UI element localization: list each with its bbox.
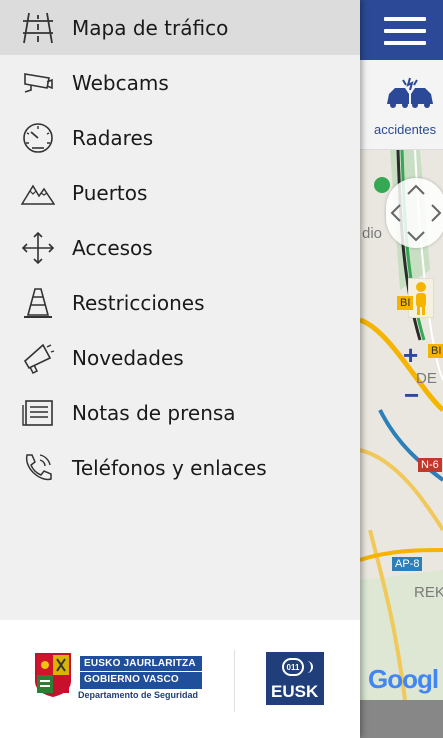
menu-item-puertos[interactable]: Puertos bbox=[0, 165, 360, 220]
eusk-logo: 011 EUSK bbox=[266, 652, 324, 705]
navigation-drawer: Mapa de tráfico Webcams Radares Puertos … bbox=[0, 0, 360, 738]
category-label-accidentes[interactable]: accidentes bbox=[374, 122, 436, 137]
phone-icon bbox=[20, 450, 56, 486]
menu-item-label: Puertos bbox=[72, 180, 148, 205]
road-label: N-6 bbox=[418, 458, 442, 472]
gov-logo-line1: EUSKO JAURLARITZA bbox=[84, 658, 196, 669]
road-label: AP-8 bbox=[392, 557, 423, 571]
google-watermark: Googl bbox=[368, 664, 439, 694]
menu-item-mapa-de-trafico[interactable]: Mapa de tráfico bbox=[0, 0, 360, 55]
menu-item-label: Webcams bbox=[72, 70, 169, 95]
map-label: REK bbox=[414, 584, 443, 601]
menu-item-label: Teléfonos y enlaces bbox=[72, 455, 267, 480]
gov-logo-department: Departamento de Seguridad bbox=[78, 690, 199, 700]
menu-item-webcams[interactable]: Webcams bbox=[0, 55, 360, 110]
gov-logo-line2: GOBIERNO VASCO bbox=[84, 674, 179, 685]
map-label: dio bbox=[362, 225, 383, 242]
car-crash-icon[interactable] bbox=[385, 76, 435, 110]
eusk-logo-text: EUSK bbox=[271, 682, 319, 701]
megaphone-icon bbox=[20, 340, 56, 376]
menu-item-radares[interactable]: Radares bbox=[0, 110, 360, 165]
arrows-cross-icon bbox=[20, 230, 56, 266]
mountain-icon bbox=[20, 175, 56, 211]
road-label: BI bbox=[428, 344, 443, 358]
zoom-in-button[interactable]: + bbox=[403, 340, 418, 371]
camera-icon bbox=[20, 65, 56, 101]
menu-item-label: Restricciones bbox=[72, 290, 205, 315]
menu-item-label: Mapa de tráfico bbox=[72, 15, 229, 40]
menu-item-novedades[interactable]: Novedades bbox=[0, 330, 360, 385]
menu-hamburger-icon[interactable] bbox=[384, 15, 426, 47]
traffic-cone-icon bbox=[20, 285, 56, 321]
menu-item-notas-de-prensa[interactable]: Notas de prensa bbox=[0, 385, 360, 440]
highway-icon bbox=[20, 10, 56, 46]
menu-item-label: Accesos bbox=[72, 235, 153, 260]
menu-item-restricciones[interactable]: Restricciones bbox=[0, 275, 360, 330]
newspaper-icon bbox=[20, 395, 56, 431]
menu-item-label: Radares bbox=[72, 125, 154, 150]
speedometer-icon bbox=[20, 120, 56, 156]
bottom-bar bbox=[360, 700, 443, 738]
road-label: BI bbox=[397, 296, 414, 310]
menu-item-label: Notas de prensa bbox=[72, 400, 236, 425]
footer-divider bbox=[234, 650, 235, 712]
map-label: DE bbox=[416, 370, 437, 387]
menu-item-accesos[interactable]: Accesos bbox=[0, 220, 360, 275]
map-pan-control[interactable] bbox=[386, 178, 443, 248]
gov-logo-banner: EUSKO JAURLARITZA GOBIERNO VASCO bbox=[80, 656, 202, 689]
eusk-logo-number: 011 bbox=[282, 658, 304, 676]
menu-item-label: Novedades bbox=[72, 345, 184, 370]
menu-item-telefonos-y-enlaces[interactable]: Teléfonos y enlaces bbox=[0, 440, 360, 495]
basque-coat-of-arms-logo bbox=[33, 651, 73, 697]
